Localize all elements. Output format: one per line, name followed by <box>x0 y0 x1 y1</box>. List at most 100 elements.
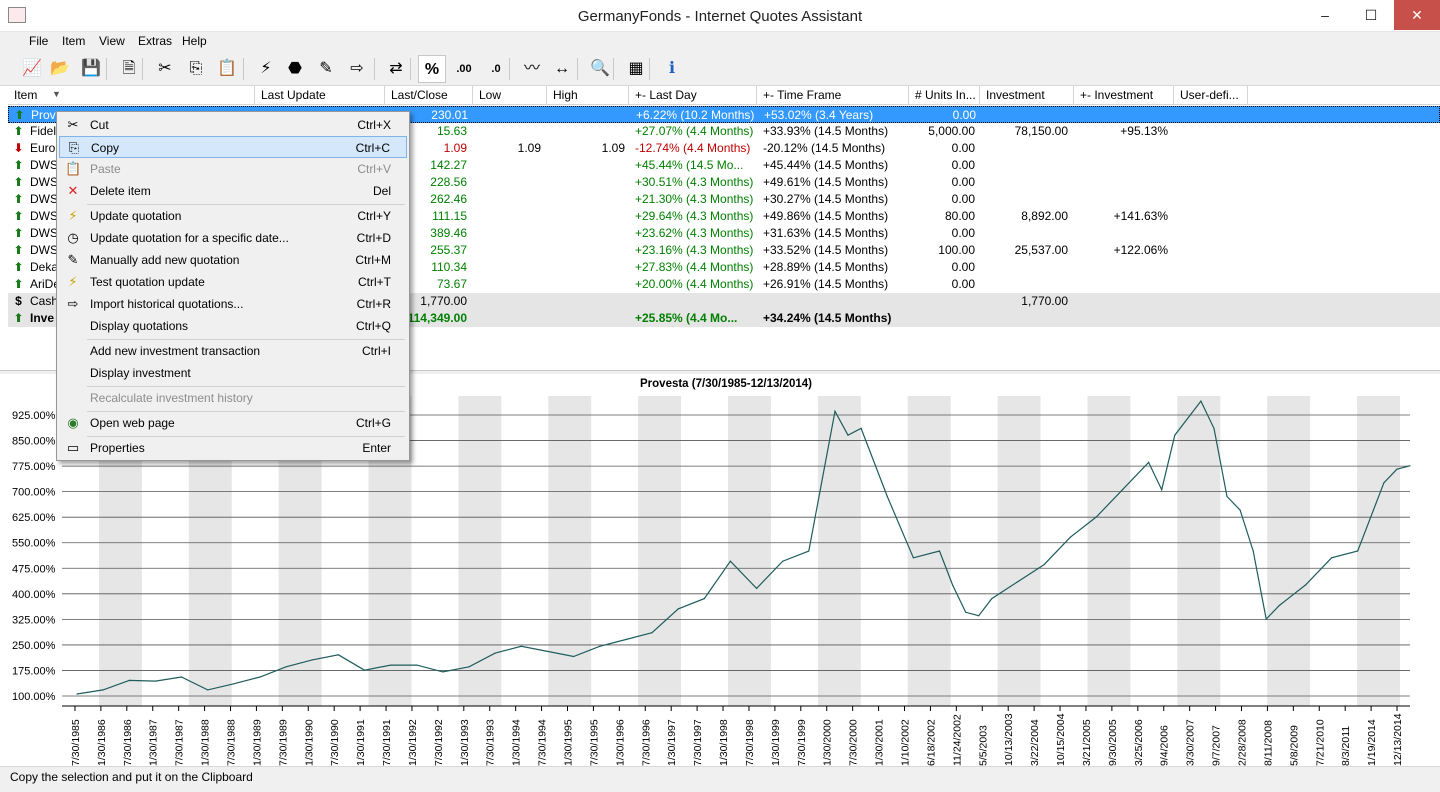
chart-title: Provesta (7/30/1985-12/13/2014) <box>640 378 812 390</box>
x-tick-label: 7/30/1987 <box>174 719 186 766</box>
more-decimals-icon[interactable]: .00 <box>450 55 478 83</box>
column-header[interactable]: +- Last Day <box>629 86 757 105</box>
column-header[interactable]: Item <box>8 86 255 105</box>
menu-item-label: Update quotation <box>90 209 182 223</box>
chart-band <box>1087 396 1131 706</box>
data-point <box>1383 482 1385 484</box>
data-point <box>1043 564 1045 566</box>
percent-icon[interactable]: % <box>418 55 446 83</box>
menu-extras[interactable]: Extras <box>138 34 172 48</box>
menu-item-label: Recalculate investment history <box>90 391 253 405</box>
column-header[interactable]: Investment <box>980 86 1074 105</box>
sort-arrow-icon[interactable]: ▼ <box>52 89 61 99</box>
menu-item-label: Manually add new quotation <box>90 253 240 267</box>
cell-high <box>547 276 625 293</box>
y-tick-label: 400.00% <box>12 589 56 601</box>
info-icon[interactable]: ℹ <box>658 55 686 83</box>
data-point <box>468 666 470 668</box>
context-menu-item[interactable]: ✎ Manually add new quotation Ctrl+M <box>59 249 407 271</box>
column-header[interactable]: Last/Close <box>385 86 473 105</box>
toolbar-separator <box>649 58 650 80</box>
update-icon[interactable]: ⚡ <box>252 55 280 83</box>
close-button[interactable]: ✕ <box>1394 0 1440 30</box>
cut-icon[interactable]: ✂ <box>151 55 179 83</box>
menu-item-shortcut: Ctrl+C <box>355 141 390 155</box>
x-tick-label: 7/30/1986 <box>122 719 134 766</box>
context-menu-item[interactable]: Display investment <box>59 362 407 384</box>
data-point <box>1095 516 1097 518</box>
maximize-button[interactable]: ☐ <box>1348 0 1394 30</box>
column-header[interactable]: High <box>547 86 629 105</box>
cell-inv: 78,150.00 <box>1014 124 1068 138</box>
test-icon: ⚡ <box>68 274 78 289</box>
data-point <box>573 655 575 658</box>
menu-item-label: Open web page <box>90 416 175 430</box>
y-tick-label: 325.00% <box>12 614 56 626</box>
cell-tf: +26.91% (14.5 Months) <box>763 277 889 291</box>
column-header[interactable]: # Units In... <box>909 86 980 105</box>
menu-help[interactable]: Help <box>182 34 207 48</box>
column-header[interactable]: Last Update <box>255 86 385 105</box>
data-point <box>1265 618 1267 620</box>
cell-inv <box>980 276 1068 293</box>
context-menu-item[interactable]: ⚡ Update quotation Ctrl+Y <box>59 205 407 227</box>
context-menu-item[interactable]: ⇨ Import historical quotations... Ctrl+R <box>59 293 407 315</box>
context-menu: ✂ Cut Ctrl+X ⎘ Copy Ctrl+C 📋 Paste Ctrl+V ✕ Delete… <box>56 111 410 461</box>
compare-chart-icon[interactable]: 〰 <box>518 55 546 83</box>
menu-view[interactable]: View <box>99 34 125 48</box>
data-point <box>442 671 444 673</box>
chart-icon[interactable]: 📈 <box>18 55 46 83</box>
transfer-icon[interactable]: ⇄ <box>382 55 410 83</box>
paste-icon[interactable]: 📋 <box>213 55 241 83</box>
timeframe-chart-icon[interactable]: ↔ <box>548 55 576 83</box>
save-icon[interactable]: 💾 <box>77 55 105 83</box>
cell-tf: +33.93% (14.5 Months) <box>763 124 889 138</box>
context-menu-item[interactable]: 📋 Paste Ctrl+V <box>59 158 407 180</box>
context-menu-item[interactable]: ⎘ Copy Ctrl+C <box>59 136 407 158</box>
edit-icon: ✎ <box>67 252 79 267</box>
column-header[interactable]: +- Investment <box>1074 86 1174 105</box>
cell-tf <box>763 293 909 310</box>
stop-icon[interactable]: ⬣ <box>281 55 309 83</box>
cell-tf: +30.27% (14.5 Months) <box>763 192 889 206</box>
context-menu-item[interactable]: ◷ Update quotation for a specific date...… <box>59 227 407 249</box>
cell-tf: +31.63% (14.5 Months) <box>763 226 889 240</box>
context-menu-item[interactable]: ✂ Cut Ctrl+X <box>59 114 407 136</box>
x-tick-label: 3/25/2006 <box>1133 719 1145 766</box>
column-header[interactable]: +- Time Frame <box>757 86 909 105</box>
context-menu-item[interactable]: Display quotations Ctrl+Q <box>59 315 407 337</box>
open-folder-icon[interactable]: 📂 <box>46 55 74 83</box>
import-icon[interactable]: ⇨ <box>343 55 371 83</box>
column-header[interactable]: User-defi... <box>1174 86 1248 105</box>
context-menu-item[interactable]: Recalculate investment history <box>59 387 407 409</box>
context-menu-item[interactable]: ✕ Delete item Del <box>59 180 407 202</box>
menu-file[interactable]: File <box>29 34 48 48</box>
data-point <box>991 598 993 600</box>
search-icon[interactable]: 🔍 <box>586 55 614 83</box>
copy-icon[interactable]: ⎘ <box>182 55 210 83</box>
y-tick-label: 925.00% <box>12 410 56 422</box>
arrow-up-icon: ⬆ <box>14 108 25 122</box>
context-menu-item[interactable]: ⚡ Test quotation update Ctrl+T <box>59 271 407 293</box>
toolbar-separator <box>142 58 143 80</box>
x-tick-label: 1/30/1997 <box>666 719 678 766</box>
context-menu-item[interactable]: ◉ Open web page Ctrl+G <box>59 412 407 434</box>
minimize-button[interactable]: – <box>1302 0 1348 30</box>
less-decimals-icon[interactable]: .0 <box>482 55 510 83</box>
cell-units: 100.00 <box>938 243 975 257</box>
x-tick-label: 1/30/1986 <box>96 719 108 766</box>
context-menu-item[interactable]: Add new investment transaction Ctrl+I <box>59 340 407 362</box>
column-header[interactable]: Low <box>473 86 547 105</box>
cell-tf: +34.24% (14.5 Months) <box>763 311 892 325</box>
cell-low <box>473 225 541 242</box>
menu-item[interactable]: Item <box>62 34 85 48</box>
new-item-icon[interactable]: 🗎 <box>115 55 143 83</box>
cell-units: 0.00 <box>951 260 975 274</box>
y-tick-label: 250.00% <box>12 640 56 652</box>
menu-item-shortcut: Ctrl+X <box>357 118 391 132</box>
context-menu-item[interactable]: ▭ Properties Enter <box>59 437 407 459</box>
arrow-up-icon: ⬆ <box>13 192 24 206</box>
x-tick-label: 3/21/2005 <box>1081 719 1093 766</box>
edit-icon[interactable]: ✎ <box>312 55 340 83</box>
calculator-icon[interactable]: ▦ <box>622 55 650 83</box>
